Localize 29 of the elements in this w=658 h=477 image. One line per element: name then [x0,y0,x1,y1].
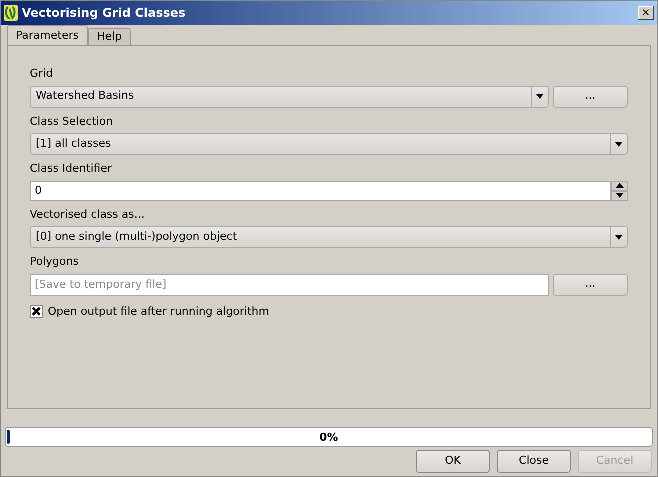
down-arrow-icon [615,234,623,240]
field-label: Vectorised class as... [30,206,146,222]
browse-button[interactable]: ... [553,274,628,296]
checkbox[interactable] [30,305,43,318]
dropdown[interactable]: [0] one single (multi-)polygon object [30,226,628,248]
dropdown[interactable]: [1] all classes [30,133,628,155]
dialog-button[interactable]: Close [497,450,571,473]
dropdown[interactable]: Watershed Basins [30,86,549,108]
spin-up-button[interactable] [611,180,628,190]
field-label: Grid [30,66,54,82]
window-title: Vectorising Grid Classes [22,5,186,22]
file-path-field[interactable]: [Save to temporary file] [30,274,549,296]
checkbox-label: Open output file after running algorithm [48,304,270,320]
field-label: Class Identifier [30,161,113,177]
down-arrow-icon [615,142,623,146]
dialog-button[interactable]: OK [416,450,490,473]
up-arrow-icon [616,183,624,188]
down-arrow-icon [536,94,544,99]
close-button[interactable]: × [638,6,654,20]
spin-down-button[interactable] [611,190,628,200]
tab[interactable]: Help [88,28,132,45]
tab[interactable]: Parameters [7,25,88,45]
field-label: Class Selection [30,114,114,130]
field-label: Polygons [30,254,80,270]
down-arrow-icon [616,193,624,198]
browse-button[interactable]: ... [553,86,628,108]
number-field[interactable]: 0 [30,180,611,200]
app-icon [4,5,18,21]
progress-text: 0% [320,430,338,446]
